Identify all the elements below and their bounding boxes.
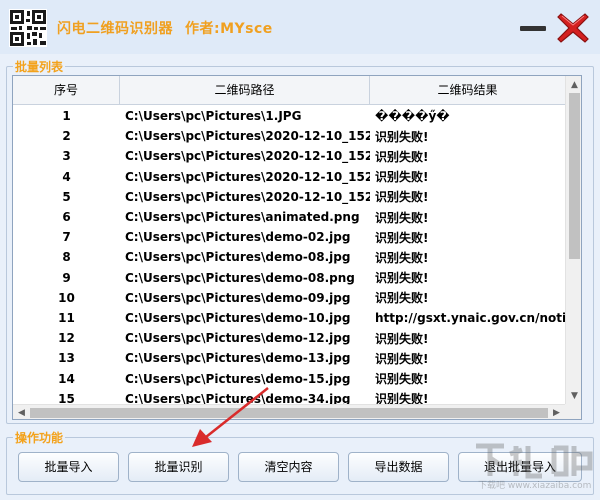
cell-result: http://gsxt.ynaic.gov.cn/notice/ — [375, 310, 565, 325]
cell-result: 识别失败! — [375, 149, 429, 164]
column-header-result[interactable]: 二维码结果 — [370, 76, 565, 105]
cell-path: C:\Users\pc\Pictures\demo-15.jpg — [125, 371, 351, 386]
table-row[interactable]: 2 C:\Users\pc\Pictures\2020-12-10_15215 识别… — [13, 126, 565, 146]
cell-path: C:\Users\pc\Pictures\demo-12.jpg — [125, 331, 351, 346]
cell-result: ����ӳ� — [375, 109, 450, 124]
batch-list-table[interactable]: 序号 二维码路径 二维码结果 1 C:\Users\pc\Pictures\1.J… — [12, 75, 582, 420]
horizontal-scroll-thumb[interactable] — [30, 408, 548, 418]
horizontal-scrollbar[interactable]: ◀ ▶ — [13, 404, 565, 419]
cell-path: C:\Users\pc\Pictures\demo-13.jpg — [125, 351, 351, 366]
cell-index: 3 — [62, 149, 71, 164]
scroll-down-icon[interactable]: ▼ — [566, 387, 581, 404]
table-row[interactable]: 9 C:\Users\pc\Pictures\demo-08.png 识别失败! — [13, 268, 565, 288]
scroll-right-icon[interactable]: ▶ — [548, 405, 565, 419]
cell-result: 识别失败! — [375, 190, 429, 205]
operations-title: 操作功能 — [13, 429, 66, 446]
cell-result: 识别失败! — [375, 250, 429, 265]
column-header-path[interactable]: 二维码路径 — [120, 76, 370, 105]
table-body: 1 C:\Users\pc\Pictures\1.JPG ����ӳ� 2 C:\Use… — [13, 106, 565, 406]
cell-path: C:\Users\pc\Pictures\demo-02.jpg — [125, 230, 351, 245]
batch-recognize-button[interactable]: 批量识别 — [128, 452, 229, 482]
app-name: 闪电二维码识别器 — [57, 21, 173, 37]
table-row[interactable]: 7 C:\Users\pc\Pictures\demo-02.jpg 识别失败! — [13, 227, 565, 247]
cell-result: 识别失败! — [375, 210, 429, 225]
close-icon[interactable] — [556, 11, 590, 45]
qr-code-icon — [9, 9, 47, 47]
app-title: 闪电二维码识别器 作者:MYsce — [57, 18, 273, 38]
cell-result: 识别失败! — [375, 331, 429, 346]
cell-index: 10 — [58, 290, 75, 305]
table-row[interactable]: 10 C:\Users\pc\Pictures\demo-09.jpg 识别失败! — [13, 288, 565, 308]
scroll-up-icon[interactable]: ▲ — [566, 76, 581, 93]
cell-index: 5 — [62, 189, 71, 204]
scroll-left-icon[interactable]: ◀ — [13, 405, 30, 419]
table-row[interactable]: 12 C:\Users\pc\Pictures\demo-12.jpg 识别失败! — [13, 328, 565, 348]
cell-index: 2 — [62, 129, 71, 144]
cell-index: 4 — [62, 169, 71, 184]
cell-path: C:\Users\pc\Pictures\1.JPG — [125, 109, 302, 124]
table-row[interactable]: 5 C:\Users\pc\Pictures\2020-12-10_15215 识别… — [13, 187, 565, 207]
main-window: 闪电二维码识别器 作者:MYsce 批量列表 序号 二维码路径 二维码结果 1 C:… — [0, 0, 600, 500]
cell-index: 1 — [62, 109, 71, 124]
cell-result: 识别失败! — [375, 129, 429, 144]
cell-result: 识别失败! — [375, 230, 429, 245]
cell-index: 6 — [62, 210, 71, 225]
cell-path: C:\Users\pc\Pictures\demo-08.jpg — [125, 250, 351, 265]
column-header-index[interactable]: 序号 — [13, 76, 120, 105]
cell-index: 8 — [62, 250, 71, 265]
cell-result: 识别失败! — [375, 271, 429, 286]
table-row[interactable]: 13 C:\Users\pc\Pictures\demo-13.jpg 识别失败! — [13, 348, 565, 368]
minimize-icon — [520, 26, 546, 31]
cell-index: 9 — [62, 270, 71, 285]
table-row[interactable]: 6 C:\Users\pc\Pictures\animated.png 识别失败! — [13, 207, 565, 227]
cell-result: 识别失败! — [375, 291, 429, 306]
batch-list-title: 批量列表 — [13, 58, 66, 75]
vertical-scrollbar[interactable]: ▲ ▼ — [565, 76, 581, 404]
cell-path: C:\Users\pc\Pictures\2020-12-10_15215 — [125, 169, 370, 184]
cell-index: 13 — [58, 351, 75, 366]
cell-path: C:\Users\pc\Pictures\2020-12-10_15215 — [125, 129, 370, 144]
table-row[interactable]: 14 C:\Users\pc\Pictures\demo-15.jpg 识别失败! — [13, 368, 565, 388]
cell-result: 识别失败! — [375, 170, 429, 185]
table-row[interactable]: 4 C:\Users\pc\Pictures\2020-12-10_15215 识别… — [13, 167, 565, 187]
cell-path: C:\Users\pc\Pictures\animated.png — [125, 210, 360, 225]
table-row[interactable]: 11 C:\Users\pc\Pictures\demo-10.jpg http:/… — [13, 308, 565, 328]
cell-index: 11 — [58, 310, 75, 325]
cell-path: C:\Users\pc\Pictures\demo-10.jpg — [125, 310, 351, 325]
cell-result: 识别失败! — [375, 372, 429, 387]
vertical-scroll-thumb[interactable] — [569, 93, 580, 259]
app-author: 作者:MYsce — [185, 21, 273, 37]
cell-index: 12 — [58, 331, 75, 346]
cell-path: C:\Users\pc\Pictures\demo-09.jpg — [125, 290, 351, 305]
cell-index: 7 — [62, 230, 71, 245]
exit-batch-import-button[interactable]: 退出批量导入 — [458, 452, 582, 482]
table-row[interactable]: 8 C:\Users\pc\Pictures\demo-08.jpg 识别失败! — [13, 247, 565, 267]
clear-content-button[interactable]: 清空内容 — [238, 452, 339, 482]
cell-index: 14 — [58, 371, 75, 386]
table-row[interactable]: 3 C:\Users\pc\Pictures\2020-12-10_15215 识别… — [13, 146, 565, 166]
cell-path: C:\Users\pc\Pictures\2020-12-10_15215 — [125, 149, 370, 164]
batch-import-button[interactable]: 批量导入 — [18, 452, 119, 482]
minimize-button[interactable] — [518, 22, 548, 34]
cell-path: C:\Users\pc\Pictures\demo-08.png — [125, 270, 355, 285]
table-header: 序号 二维码路径 二维码结果 — [13, 76, 565, 105]
cell-result: 识别失败! — [375, 351, 429, 366]
scrollbar-corner — [565, 404, 581, 419]
cell-path: C:\Users\pc\Pictures\2020-12-10_15215 — [125, 189, 370, 204]
title-bar: 闪电二维码识别器 作者:MYsce — [0, 0, 600, 54]
export-data-button[interactable]: 导出数据 — [348, 452, 449, 482]
table-row[interactable]: 1 C:\Users\pc\Pictures\1.JPG ����ӳ� — [13, 106, 565, 126]
